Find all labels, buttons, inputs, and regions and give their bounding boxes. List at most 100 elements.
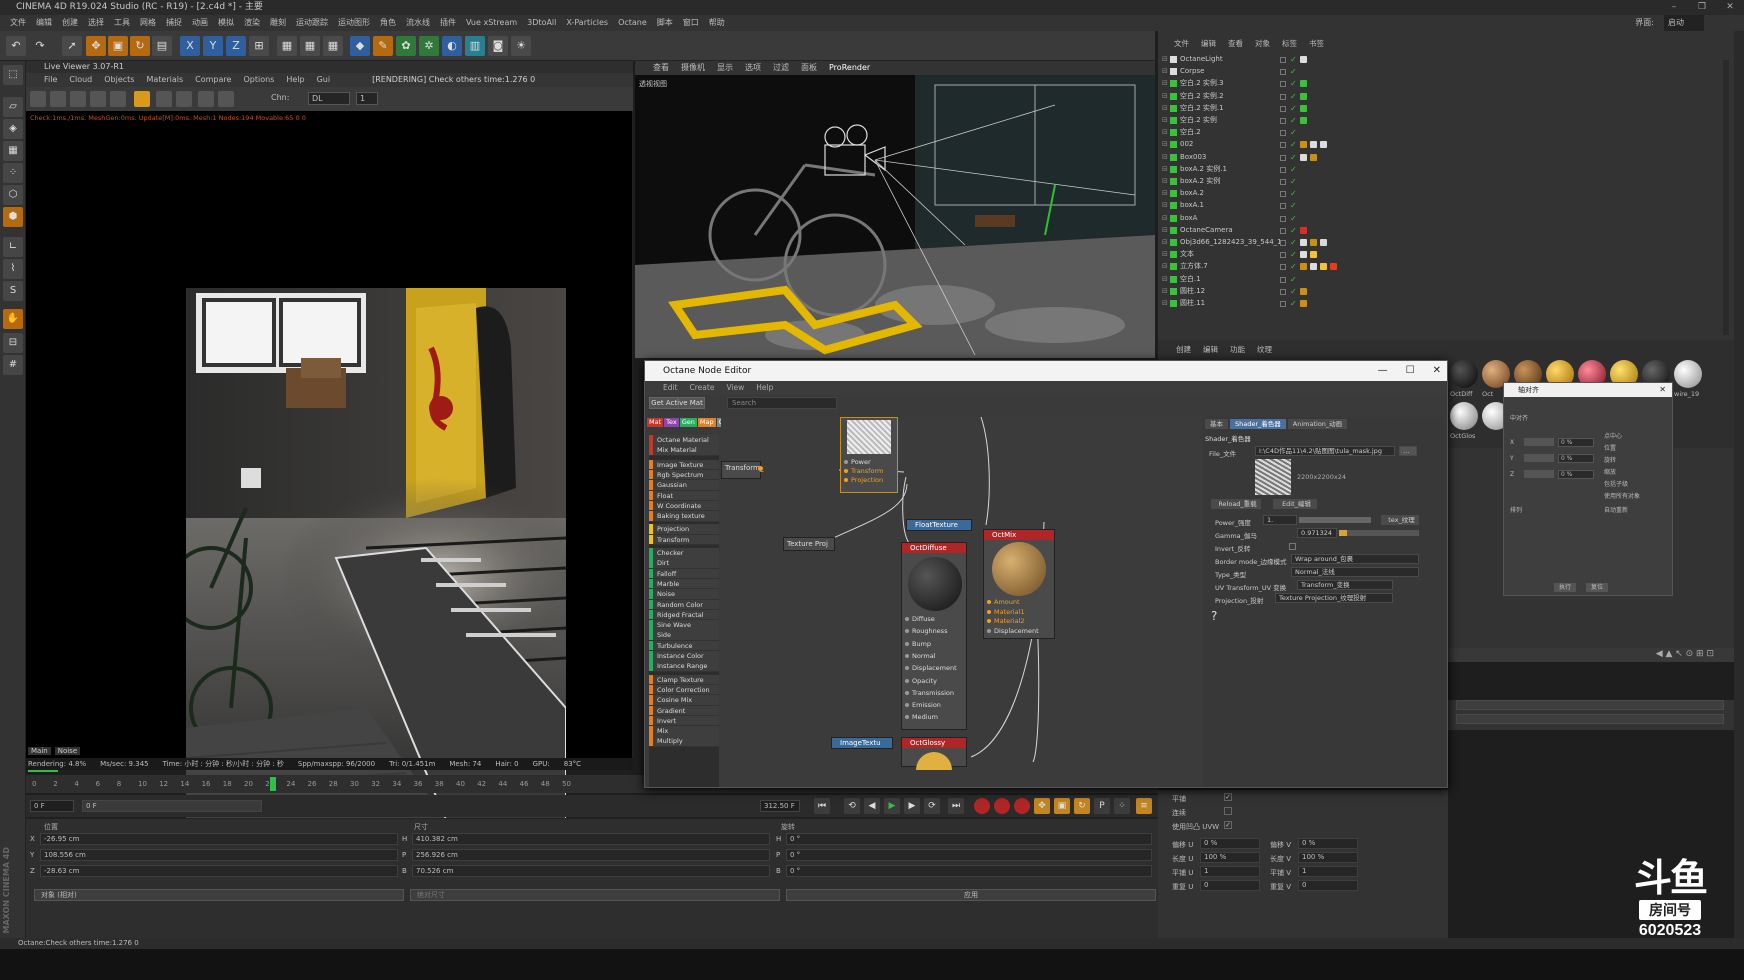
menu-item[interactable]: Octane (618, 15, 647, 31)
layout-select[interactable]: 启动 (1664, 15, 1704, 31)
menu-item[interactable]: 文件 (10, 15, 26, 31)
tag-icon[interactable] (1300, 104, 1307, 112)
attr-checkbox[interactable] (1224, 807, 1232, 815)
points-mode-icon[interactable]: ⁘ (3, 163, 23, 183)
menu-item[interactable]: 网格 (140, 15, 156, 31)
loop2-icon[interactable]: ⟳ (924, 798, 940, 814)
next-frame-icon[interactable]: ▶ (904, 798, 920, 814)
array-icon[interactable]: ✲ (419, 36, 439, 56)
texture-projection-node[interactable]: Texture Proj (783, 537, 835, 551)
move-icon[interactable]: ✥ (86, 36, 106, 56)
execute-button[interactable]: 执行 (1554, 583, 1576, 592)
diffuse-pin[interactable]: Diffuse (905, 615, 935, 624)
menu-item[interactable]: 动画 (192, 15, 208, 31)
attr-nav-icons[interactable]: ◀ ▲ ↖ ⊙ ⊞ ⊡ (1656, 649, 1714, 659)
record-icon[interactable] (974, 798, 990, 814)
mix-pin[interactable]: Amount (987, 598, 1020, 607)
node-list-item[interactable]: Mix (649, 726, 719, 737)
ne-menu-edit[interactable]: Edit (663, 381, 678, 395)
visibility-dots[interactable] (1280, 215, 1286, 222)
z-axis-icon[interactable]: Z (226, 36, 246, 56)
key-scale-icon[interactable]: ▣ (1054, 798, 1070, 814)
visibility-dots[interactable] (1280, 227, 1286, 234)
power-tex-button[interactable]: tex_纹理 (1381, 515, 1419, 525)
reset-button[interactable]: 复位 (1586, 583, 1608, 592)
node-list-item[interactable]: Multiply (649, 736, 719, 747)
workplane-icon[interactable]: ▦ (3, 141, 23, 161)
diffuse-pin[interactable]: Roughness (905, 627, 947, 636)
menu-item[interactable]: 3DtoAll (527, 15, 556, 31)
model-mode-icon[interactable]: ▱ (3, 97, 23, 117)
material-ball[interactable] (1450, 360, 1478, 388)
axis-field[interactable]: 0 % (1558, 470, 1594, 479)
type-select[interactable]: Normal_法线 (1291, 567, 1419, 577)
visibility-dots[interactable] (1280, 166, 1286, 173)
node-list-item[interactable]: Gradient (649, 705, 719, 716)
menu-item[interactable]: 捕捉 (166, 15, 182, 31)
axis-slider[interactable] (1524, 454, 1554, 462)
invert-checkbox[interactable] (1289, 543, 1296, 550)
diffuse-pin[interactable]: Displacement (905, 664, 957, 673)
node-list-item[interactable]: Clamp Texture (649, 674, 719, 686)
refresh-icon[interactable] (50, 91, 66, 107)
visibility-dots[interactable] (1280, 69, 1286, 76)
menu-item[interactable]: 模拟 (218, 15, 234, 31)
visibility-dots[interactable] (1280, 93, 1286, 100)
rotate-icon[interactable]: ↻ (130, 36, 150, 56)
attr-checkbox[interactable]: ✓ (1224, 821, 1232, 829)
close-icon[interactable]: ✕ (1433, 361, 1441, 381)
mm-menu-function[interactable]: 功能 (1230, 343, 1245, 356)
region-render-icon[interactable] (90, 91, 106, 107)
node-list-item[interactable]: Checker (649, 548, 719, 559)
visibility-dots[interactable] (1280, 142, 1286, 149)
edges-mode-icon[interactable]: ⬡ (3, 185, 23, 205)
clay-mode-icon[interactable] (156, 91, 172, 107)
lv-menu-objects[interactable]: Objects (104, 73, 134, 87)
menu-item[interactable]: 脚本 (657, 15, 673, 31)
key-rotation-icon[interactable]: ↻ (1074, 798, 1090, 814)
visibility-dots[interactable] (1280, 240, 1286, 246)
axis-field[interactable]: 0 % (1558, 438, 1594, 447)
node-list-item[interactable]: Random Color (649, 599, 719, 610)
category-tab[interactable]: Gen (679, 418, 697, 427)
timeline-playhead[interactable] (270, 777, 276, 791)
tag-icon[interactable] (1310, 239, 1317, 246)
help-icon[interactable]: ? (1211, 609, 1217, 623)
node-list-item[interactable]: Marble (649, 578, 719, 590)
node-list-item[interactable]: Float (649, 490, 719, 501)
channel-number[interactable]: 1 (356, 92, 378, 105)
image-texture-node[interactable]: Power Transform Projection (840, 417, 898, 493)
menu-item[interactable]: 窗口 (683, 15, 699, 31)
align-option[interactable]: 位置 (1604, 443, 1616, 452)
tag-icon[interactable] (1310, 141, 1317, 149)
menu-item[interactable]: 运动图形 (338, 15, 370, 31)
size-mode-select[interactable]: 绝对尺寸 (410, 889, 780, 901)
axis-mode-icon[interactable]: ∟ (3, 237, 23, 257)
light-icon[interactable]: ☀ (511, 36, 531, 56)
pick-focus-icon[interactable] (198, 91, 214, 107)
keyframe-selection-icon[interactable] (1014, 798, 1030, 814)
current-frame-field[interactable]: 0 F (30, 800, 74, 812)
oct-diffuse-node[interactable]: OctDiffuse Diffuse Roughness Bump Normal Dis… (901, 542, 967, 730)
menu-item[interactable]: 渲染 (244, 15, 260, 31)
om-menu-objects[interactable]: 对象 (1255, 37, 1270, 51)
attr-field[interactable]: 1 (1200, 866, 1260, 877)
node-list-item[interactable]: Instance Range (649, 661, 719, 672)
menu-item[interactable]: 角色 (380, 15, 396, 31)
position-field[interactable]: 108.556 cm (40, 849, 398, 861)
tag-icon[interactable] (1310, 251, 1317, 259)
pin-projection[interactable]: Projection (844, 476, 883, 485)
pick-material-icon[interactable] (218, 91, 234, 107)
category-tab[interactable]: Tex (664, 418, 679, 427)
snap-icon[interactable]: S (3, 281, 23, 301)
visibility-dots[interactable] (1280, 264, 1286, 271)
size-field[interactable]: 70.526 cm (412, 865, 770, 877)
play-icon[interactable]: ▶ (884, 798, 900, 814)
diffuse-pin[interactable]: Emission (905, 701, 941, 710)
power-field[interactable]: 1. (1263, 515, 1297, 525)
om-menu-view[interactable]: 查看 (1228, 37, 1243, 51)
channel-select[interactable]: DL (308, 92, 350, 105)
lv-menu-help[interactable]: Help (286, 73, 304, 87)
tag-icon[interactable] (1310, 153, 1317, 161)
send-scene-icon[interactable] (30, 91, 46, 107)
